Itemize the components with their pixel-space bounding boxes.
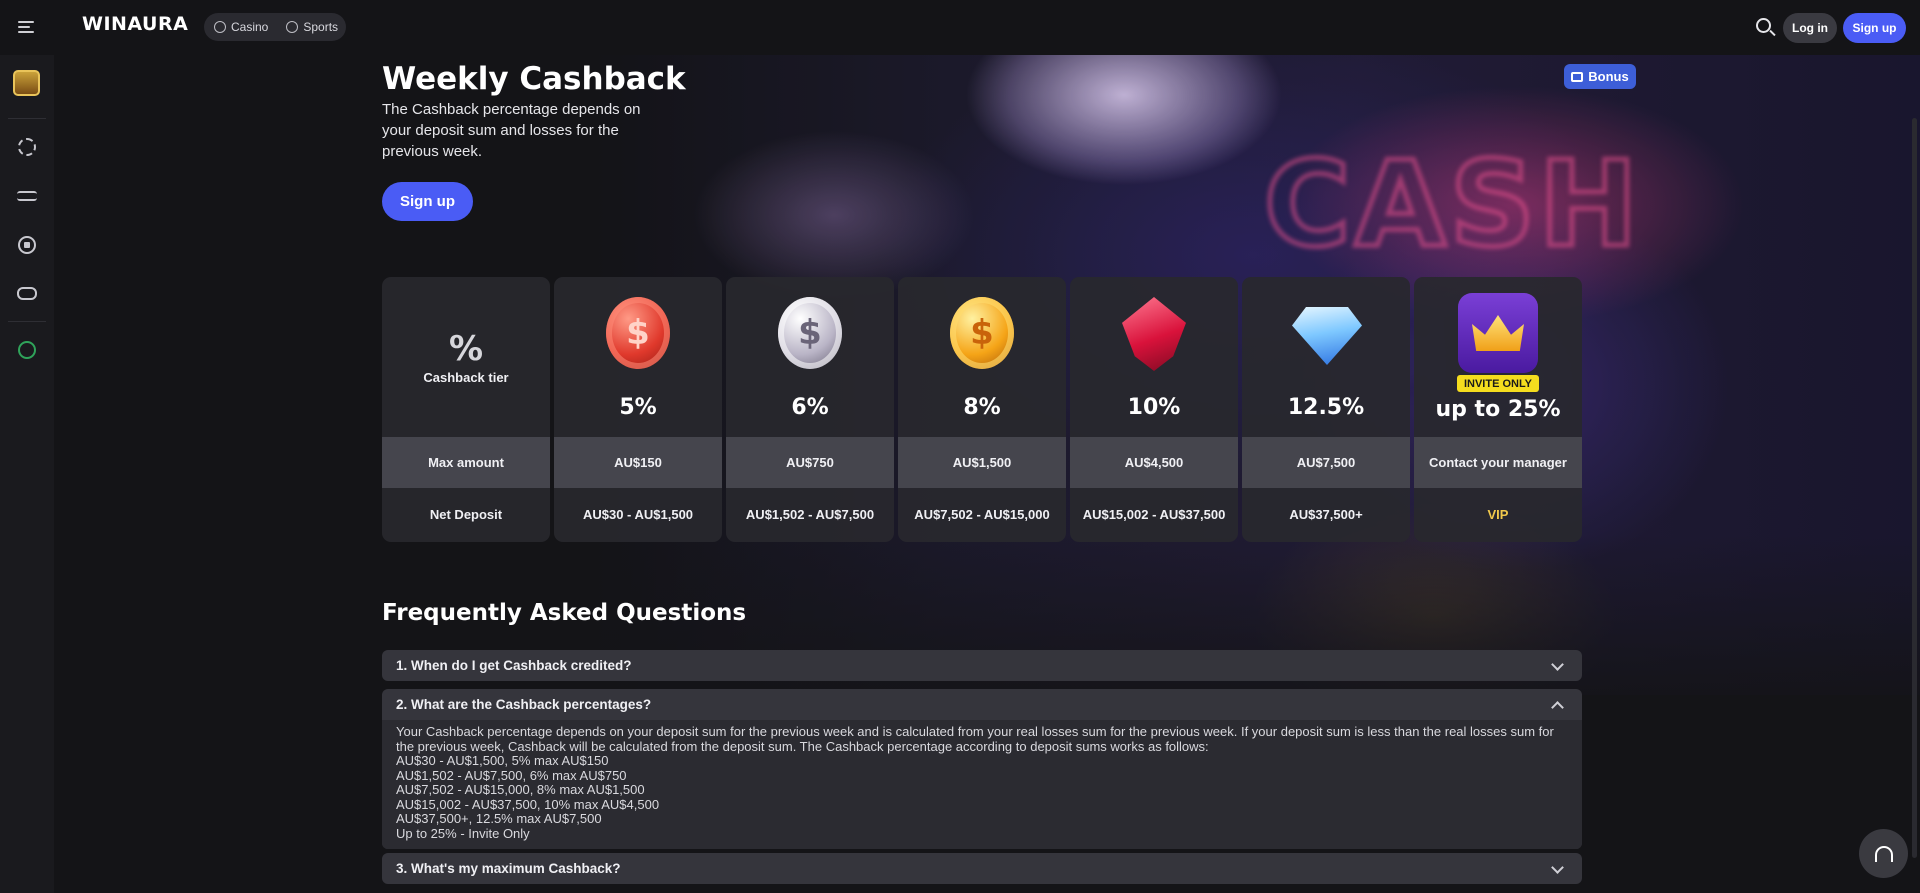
tier-max-amount: AU$150: [554, 437, 722, 488]
faq-answer-line: AU$30 - AU$1,500, 5% max AU$150: [396, 753, 609, 768]
percent-icon: %: [448, 329, 484, 369]
sidebar-item-sports[interactable]: [13, 231, 40, 258]
bonus-badge[interactable]: Bonus: [1564, 64, 1636, 89]
tier-column: $ 8% AU$1,500 AU$7,502 - AU$15,000: [898, 277, 1066, 542]
sidebar: [0, 55, 54, 893]
hero-signup-button[interactable]: Sign up: [382, 182, 473, 221]
tier-percent: up to 25%: [1435, 397, 1561, 422]
hero-decoration: CASH: [1262, 133, 1642, 276]
gold-coin-icon: $: [950, 297, 1014, 369]
faq-answer-line: AU$15,002 - AU$37,500, 10% max AU$4,500: [396, 796, 660, 812]
faq-answer-line: AU$37,500+, 12.5% max AU$7,500: [396, 811, 602, 826]
sidebar-item-esports[interactable]: [13, 280, 40, 307]
hero-fade: [54, 535, 1920, 715]
tier-percent: 5%: [619, 395, 657, 420]
tier-net-deposit: AU$15,002 - AU$37,500: [1082, 507, 1226, 522]
silver-coin-icon: $: [778, 297, 842, 369]
logo[interactable]: WINAURA: [82, 13, 188, 35]
faq-answer: Your Cashback percentage depends on your…: [382, 720, 1582, 849]
tier-column: 10% AU$4,500 AU$15,002 - AU$37,500: [1070, 277, 1238, 542]
tab-casino[interactable]: Casino: [210, 20, 272, 34]
sidebar-item-live[interactable]: [13, 182, 40, 209]
faq-item: 3. What's my maximum Cashback?: [382, 853, 1582, 884]
tier-percent: 10%: [1127, 395, 1181, 420]
sidebar-item-tennis[interactable]: [13, 336, 40, 363]
sidebar-item-casino[interactable]: [13, 133, 40, 160]
tier-percent: 8%: [963, 395, 1001, 420]
tab-sports[interactable]: Sports: [282, 20, 342, 34]
sidebar-divider: [8, 118, 46, 119]
faq-question[interactable]: 1. When do I get Cashback credited?: [382, 650, 1582, 681]
net-deposit-label: Net Deposit: [429, 507, 503, 522]
tab-casino-label: Casino: [231, 20, 269, 34]
max-amount-label: Max amount: [382, 437, 550, 488]
ruby-gem-icon: [1122, 297, 1186, 371]
faq-question[interactable]: 3. What's my maximum Cashback?: [382, 853, 1582, 884]
tier-column: $ 5% AU$150 AU$30 - AU$1,500: [554, 277, 722, 542]
tier-max-amount: AU$1,500: [898, 437, 1066, 488]
tier-label-column: % Cashback tier Max amount Net Deposit: [382, 277, 550, 542]
crown-icon: [1458, 293, 1538, 373]
tier-net-deposit: AU$7,502 - AU$15,000: [914, 507, 1050, 522]
faq-question-text: 3. What's my maximum Cashback?: [396, 861, 621, 876]
faq-answer-line: AU$1,502 - AU$7,500, 6% max AU$750: [396, 767, 627, 783]
casino-chip-icon: [17, 137, 36, 156]
gift-icon: [1571, 71, 1584, 82]
chevron-down-icon: [1551, 861, 1564, 874]
tennis-ball-icon: [17, 340, 36, 359]
tier-net-deposit: AU$30 - AU$1,500: [582, 507, 694, 522]
tier-net-deposit: AU$1,502 - AU$7,500: [745, 507, 875, 522]
chevron-down-icon: [1551, 658, 1564, 671]
faq-answer-line: AU$7,502 - AU$15,000, 8% max AU$1,500: [396, 782, 645, 797]
support-chat-button[interactable]: [1859, 829, 1908, 878]
tier-net-deposit: VIP: [1487, 507, 1509, 522]
treasure-chest-icon: [13, 69, 40, 96]
faq-question-text: 2. What are the Cashback percentages?: [396, 697, 652, 712]
live-broadcast-icon: [16, 190, 37, 201]
top-header: WINAURA Casino Sports Log in Sign up: [0, 0, 1920, 55]
login-button[interactable]: Log in: [1783, 13, 1837, 43]
headset-icon: [1874, 845, 1893, 862]
tier-max-amount: Contact your manager: [1414, 437, 1582, 488]
faq-answer-line: Up to 25% - Invite Only: [396, 825, 530, 841]
tier-max-amount: AU$4,500: [1070, 437, 1238, 488]
hamburger-menu-icon[interactable]: [16, 16, 38, 38]
faq-item: 1. When do I get Cashback credited?: [382, 650, 1582, 681]
page-scrollbar[interactable]: [1912, 118, 1917, 858]
faq-item-expanded: 2. What are the Cashback percentages? Yo…: [382, 689, 1582, 849]
faq-question-text: 1. When do I get Cashback credited?: [396, 658, 632, 673]
tier-column: 12.5% AU$7,500 AU$37,500+: [1242, 277, 1410, 542]
faq-question[interactable]: 2. What are the Cashback percentages?: [382, 689, 1582, 720]
tab-sports-label: Sports: [303, 20, 339, 34]
gamepad-icon: [16, 287, 37, 300]
cashback-tier-label: Cashback tier: [423, 370, 509, 385]
sidebar-item-rewards[interactable]: [13, 69, 40, 96]
page-title: Weekly Cashback: [382, 61, 686, 97]
main-content: CASH CK Weekly Cashback The Cashback per…: [54, 55, 1920, 893]
chevron-up-icon: [1551, 701, 1564, 714]
search-icon[interactable]: [1755, 17, 1777, 39]
invite-only-badge: INVITE ONLY: [1457, 375, 1539, 392]
bonus-badge-label: Bonus: [1588, 69, 1629, 84]
tier-max-amount: AU$750: [726, 437, 894, 488]
faq-answer-line: Your Cashback percentage depends on your…: [396, 724, 1558, 754]
tier-net-deposit: AU$37,500+: [1289, 507, 1363, 522]
diamond-icon: [1292, 307, 1362, 365]
faq-title: Frequently Asked Questions: [382, 600, 747, 626]
casino-icon: [214, 21, 226, 33]
page-subtitle: The Cashback percentage depends on your …: [382, 101, 641, 160]
tier-column-vip: INVITE ONLY up to 25% Contact your manag…: [1414, 277, 1582, 542]
tier-percent: 12.5%: [1287, 395, 1365, 420]
tier-percent: 6%: [791, 395, 829, 420]
product-switcher: Casino Sports: [204, 13, 346, 41]
signup-button[interactable]: Sign up: [1843, 13, 1906, 43]
tier-max-amount: AU$7,500: [1242, 437, 1410, 488]
sports-icon: [286, 21, 299, 33]
red-coin-icon: $: [606, 297, 670, 369]
sidebar-divider: [8, 321, 46, 322]
soccer-ball-icon: [17, 235, 36, 254]
tier-column: $ 6% AU$750 AU$1,502 - AU$7,500: [726, 277, 894, 542]
